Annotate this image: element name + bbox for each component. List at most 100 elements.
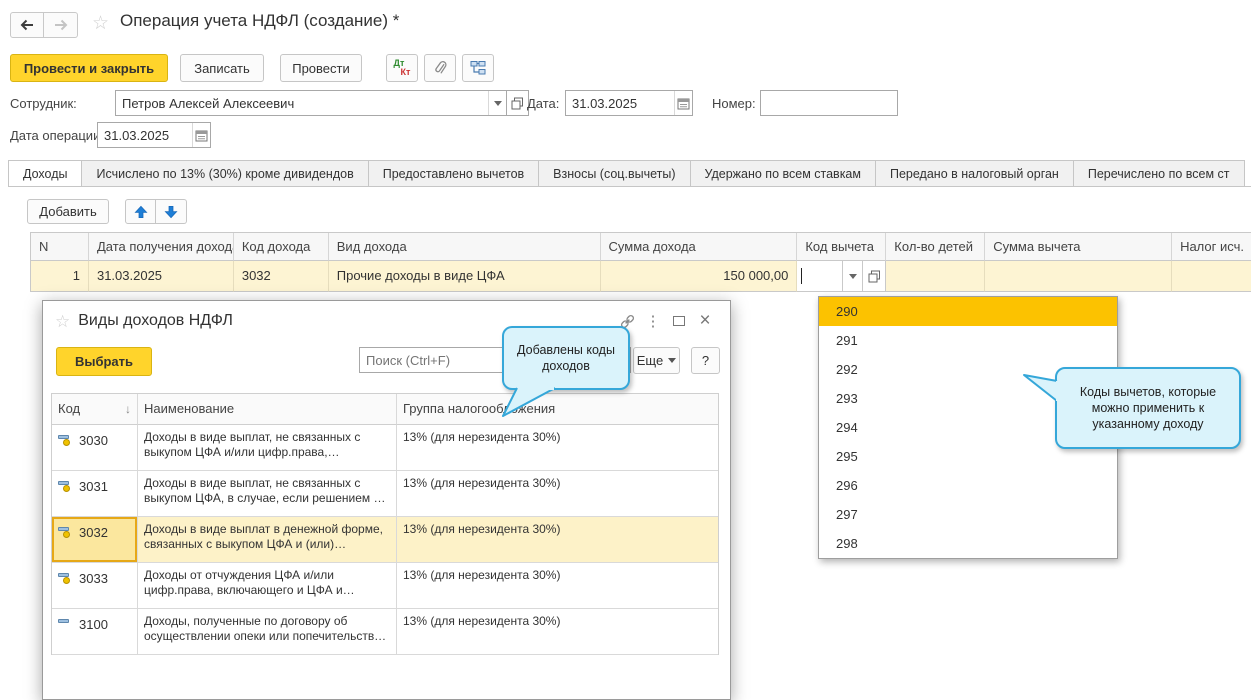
operation-date-calendar-button[interactable] xyxy=(192,123,210,147)
tab[interactable]: Удержано по всем ставкам xyxy=(691,160,876,187)
employee-open-button[interactable] xyxy=(507,90,529,116)
callout-deduction-codes-tail xyxy=(1020,368,1060,412)
kind-group-cell[interactable]: 13% (для нерезидента 30%) xyxy=(397,517,718,563)
open-icon xyxy=(511,97,524,110)
column-header-deduction-amount[interactable]: Сумма вычета xyxy=(985,233,1172,261)
number-label: Номер: xyxy=(712,96,756,111)
column-header-tax[interactable]: Налог исч. xyxy=(1172,233,1251,261)
debit-credit-button[interactable]: Дт Кт xyxy=(386,54,418,82)
deduction-code-input[interactable] xyxy=(797,261,842,291)
column-header-amount[interactable]: Сумма дохода xyxy=(601,233,798,261)
kind-group-cell[interactable]: 13% (для нерезидента 30%) xyxy=(397,425,718,471)
income-kind-row[interactable]: 3100 Доходы, полученные по договору об о… xyxy=(52,609,718,655)
back-button[interactable] xyxy=(10,12,44,38)
tab[interactable]: Доходы xyxy=(8,160,82,187)
column-header-n[interactable]: N xyxy=(31,233,89,261)
kind-code-cell[interactable]: 3031 xyxy=(52,471,138,517)
maximize-icon xyxy=(673,316,685,326)
tab[interactable]: Предоставлено вычетов xyxy=(369,160,539,187)
kind-code-cell[interactable]: 3033 xyxy=(52,563,138,609)
income-kind-row[interactable]: 3032 Доходы в виде выплат в денежной фор… xyxy=(52,517,718,563)
move-down-button[interactable] xyxy=(156,199,187,224)
post-and-close-button[interactable]: Провести и закрыть xyxy=(10,54,168,82)
tab[interactable]: Взносы (соц.вычеты) xyxy=(539,160,690,187)
kind-code-cell[interactable]: 3030 xyxy=(52,425,138,471)
cell-income-kind[interactable]: Прочие доходы в виде ЦФА xyxy=(329,261,601,292)
post-button[interactable]: Провести xyxy=(280,54,362,82)
column-header-income-code[interactable]: Код дохода xyxy=(234,233,329,261)
write-button[interactable]: Записать xyxy=(180,54,264,82)
catalog-item-icon xyxy=(58,435,71,446)
deduction-code-option[interactable]: 298 xyxy=(819,529,1117,558)
tab-strip: ДоходыИсчислено по 13% (30%) кроме дивид… xyxy=(8,160,1251,187)
deduction-code-option[interactable]: 296 xyxy=(819,471,1117,500)
cell-n[interactable]: 1 xyxy=(31,261,89,292)
maximize-button[interactable] xyxy=(666,310,692,332)
window-menu-button[interactable]: ⋮ xyxy=(640,310,666,332)
operation-date-label: Дата операции: xyxy=(10,128,104,143)
more-button[interactable]: Еще xyxy=(633,347,680,374)
tab[interactable]: Перечислено по всем ст xyxy=(1074,160,1245,187)
employee-input[interactable] xyxy=(116,91,488,115)
catalog-item-icon xyxy=(58,619,71,630)
callout-income-codes: Добавлены коды доходов xyxy=(502,326,630,390)
column-header-children[interactable]: Кол-во детей xyxy=(886,233,985,261)
date-field xyxy=(565,90,693,116)
cell-date[interactable]: 31.03.2025 xyxy=(89,261,234,292)
date-calendar-button[interactable] xyxy=(674,91,692,115)
kind-group-cell[interactable]: 13% (для нерезидента 30%) xyxy=(397,609,718,655)
kind-name-cell[interactable]: Доходы в виде выплат, не связанных с вык… xyxy=(138,425,397,471)
column-header-income-kind[interactable]: Вид дохода xyxy=(329,233,601,261)
deduction-dropdown-button[interactable] xyxy=(842,261,862,291)
cell-tax[interactable] xyxy=(1172,261,1251,292)
number-field xyxy=(760,90,898,116)
cell-deduction-amount[interactable] xyxy=(985,261,1172,292)
related-documents-button[interactable] xyxy=(462,54,494,82)
help-button[interactable]: ? xyxy=(691,347,720,374)
favorite-star-icon[interactable]: ☆ xyxy=(55,312,70,331)
cell-amount[interactable]: 150 000,00 xyxy=(601,261,798,292)
kind-code-cell[interactable]: 3100 xyxy=(52,609,138,655)
column-header-deduction-code[interactable]: Код вычета xyxy=(797,233,886,261)
deduction-code-option[interactable]: 291 xyxy=(819,326,1117,355)
deduction-code-option[interactable]: 297 xyxy=(819,500,1117,529)
income-kind-row[interactable]: 3033 Доходы от отчуждения ЦФА и/или цифр… xyxy=(52,563,718,609)
kind-name-cell[interactable]: Доходы в виде выплат в денежной форме, с… xyxy=(138,517,397,563)
catalog-item-icon xyxy=(58,527,71,538)
favorite-star-icon[interactable]: ☆ xyxy=(92,14,109,33)
tab[interactable]: Исчислено по 13% (30%) кроме дивидендов xyxy=(82,160,368,187)
column-header-name[interactable]: Наименование xyxy=(138,394,397,425)
operation-date-input[interactable] xyxy=(98,123,192,147)
move-up-button[interactable] xyxy=(125,199,156,224)
add-row-button[interactable]: Добавить xyxy=(27,199,109,224)
column-header-code[interactable]: Код ↓ xyxy=(52,394,138,425)
cell-children[interactable] xyxy=(886,261,985,292)
income-kinds-table: Код ↓ Наименование Группа налогообложени… xyxy=(51,393,719,655)
cell-income-code[interactable]: 3032 xyxy=(234,261,329,292)
income-table-row[interactable]: 1 31.03.2025 3032 Прочие доходы в виде Ц… xyxy=(31,261,1251,292)
calendar-icon xyxy=(195,129,208,142)
number-input[interactable] xyxy=(761,91,897,115)
attachments-button[interactable] xyxy=(424,54,456,82)
deduction-open-button[interactable] xyxy=(862,261,885,291)
cell-deduction-code-editor[interactable] xyxy=(797,261,886,292)
kind-group-cell[interactable]: 13% (для нерезидента 30%) xyxy=(397,563,718,609)
income-kind-row[interactable]: 3030 Доходы в виде выплат, не связанных … xyxy=(52,425,718,471)
select-button[interactable]: Выбрать xyxy=(56,347,152,376)
kind-group-cell[interactable]: 13% (для нерезидента 30%) xyxy=(397,471,718,517)
close-button[interactable]: × xyxy=(692,310,718,332)
income-kinds-header: Код ↓ Наименование Группа налогообложени… xyxy=(52,394,718,425)
tab[interactable]: Передано в налоговый орган xyxy=(876,160,1074,187)
employee-dropdown-button[interactable] xyxy=(488,91,506,115)
kind-code-cell[interactable]: 3032 xyxy=(52,517,138,563)
income-table: N Дата получения дохода Код дохода Вид д… xyxy=(30,232,1251,292)
column-header-date[interactable]: Дата получения дохода xyxy=(89,233,234,261)
deduction-code-option[interactable]: 290 xyxy=(819,297,1117,326)
kind-name-cell[interactable]: Доходы от отчуждения ЦФА и/или цифр.прав… xyxy=(138,563,397,609)
date-input[interactable] xyxy=(566,91,674,115)
income-kind-row[interactable]: 3031 Доходы в виде выплат, не связанных … xyxy=(52,471,718,517)
forward-button[interactable] xyxy=(44,12,78,38)
kind-name-cell[interactable]: Доходы, полученные по договору об осущес… xyxy=(138,609,397,655)
kind-name-cell[interactable]: Доходы в виде выплат, не связанных с вык… xyxy=(138,471,397,517)
paperclip-icon xyxy=(432,60,448,76)
